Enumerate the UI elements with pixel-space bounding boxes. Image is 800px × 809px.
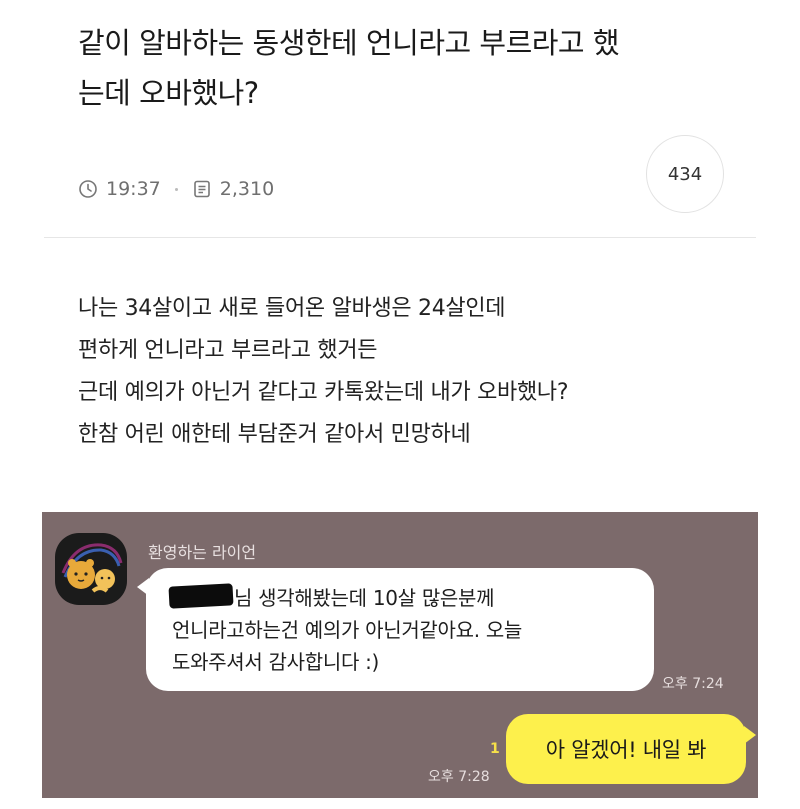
outgoing-message-time: 오후 7:28	[428, 769, 490, 785]
outgoing-message-bubble: 아 알겠어! 내일 봐	[506, 714, 756, 784]
separator-dot	[174, 187, 178, 191]
comment-count-button[interactable]: 434	[646, 135, 724, 213]
views-icon	[192, 179, 212, 199]
incoming-message-bubble: 님 생각해봤는데 10살 많은분께 언니라고하는건 예의가 아닌거같아요. 오늘…	[137, 568, 654, 691]
divider	[44, 237, 756, 238]
post-title-line: 같이 알바하는 동생한테 언니라고 부르라고 했	[78, 26, 620, 60]
post-title: 같이 알바하는 동생한테 언니라고 부르라고 했 는데 오바했나?	[78, 18, 718, 118]
message-line: 도와주셔서 감사합니다 :)	[172, 650, 380, 674]
message-line: 님 생각해봤는데 10살 많은분께	[234, 586, 495, 610]
post-body-line: 편하게 언니라고 부르라고 했거든	[78, 338, 378, 363]
incoming-message-time: 오후 7:24	[662, 676, 724, 692]
post-body-line: 나는 34살이고 새로 들어온 알바생은 24살인데	[78, 296, 506, 321]
clock-icon	[78, 179, 98, 199]
unread-count: 1	[490, 741, 500, 757]
post-body-line: 한참 어린 애한테 부담준거 같아서 민망하네	[78, 422, 471, 447]
post-title-line: 는데 오바했나?	[78, 76, 259, 110]
post-meta: 19:37 2,310	[78, 176, 274, 202]
post-time: 19:37	[106, 178, 161, 200]
view-count: 2,310	[219, 178, 275, 200]
post-body-line: 근데 예의가 아닌거 같다고 카톡왔는데 내가 오바했나?	[78, 380, 569, 405]
kakaotalk-chat-screenshot: 환영하는 라이언 님 생각해봤는데 10살 많은분께 언니라고하는건 예의가 아…	[42, 512, 758, 798]
sender-name: 환영하는 라이언	[148, 543, 257, 562]
avatar	[55, 533, 127, 605]
post-body: 나는 34살이고 새로 들어온 알바생은 24살인데 편하게 언니라고 부르라고…	[78, 288, 758, 456]
message-line: 언니라고하는건 예의가 아닌거같아요. 오늘	[172, 618, 523, 642]
